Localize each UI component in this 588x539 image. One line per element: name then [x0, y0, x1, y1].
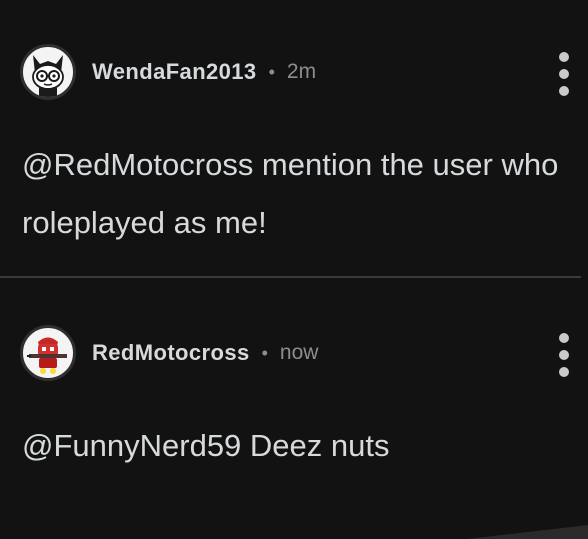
separator-dot: •: [268, 61, 275, 82]
corner-shade: [468, 525, 588, 539]
more-options-button[interactable]: [554, 333, 574, 377]
avatar[interactable]: [20, 325, 76, 381]
more-dot-icon: [559, 350, 569, 360]
timestamp: 2m: [286, 60, 317, 83]
username[interactable]: RedMotocross: [92, 340, 250, 366]
username[interactable]: WendaFan2013: [92, 59, 257, 85]
cartoon-face-with-glasses-icon: [32, 55, 64, 97]
comment-body: @RedMotocross mention the user who rolep…: [22, 147, 559, 240]
more-dot-icon: [559, 69, 569, 79]
avatar[interactable]: [20, 44, 76, 100]
comment-body: @FunnyNerd59 Deez nuts: [22, 428, 390, 463]
divider: [0, 276, 581, 278]
comment-thread: WendaFan2013 • 2m @RedMotocross mention …: [0, 0, 588, 539]
more-dot-icon: [559, 52, 569, 62]
comment-header: WendaFan2013 • 2m: [20, 42, 316, 102]
more-dot-icon: [559, 333, 569, 343]
comment: RedMotocross • now @FunnyNerd59 Deez nut…: [0, 279, 588, 539]
more-dot-icon: [559, 367, 569, 377]
comment-header: RedMotocross • now: [20, 323, 318, 383]
red-character-with-rifle-icon: [27, 337, 67, 374]
comment: WendaFan2013 • 2m @RedMotocross mention …: [0, 0, 588, 277]
more-dot-icon: [559, 86, 569, 96]
separator-dot: •: [261, 342, 268, 363]
timestamp: now: [279, 341, 319, 364]
more-options-button[interactable]: [554, 52, 574, 96]
